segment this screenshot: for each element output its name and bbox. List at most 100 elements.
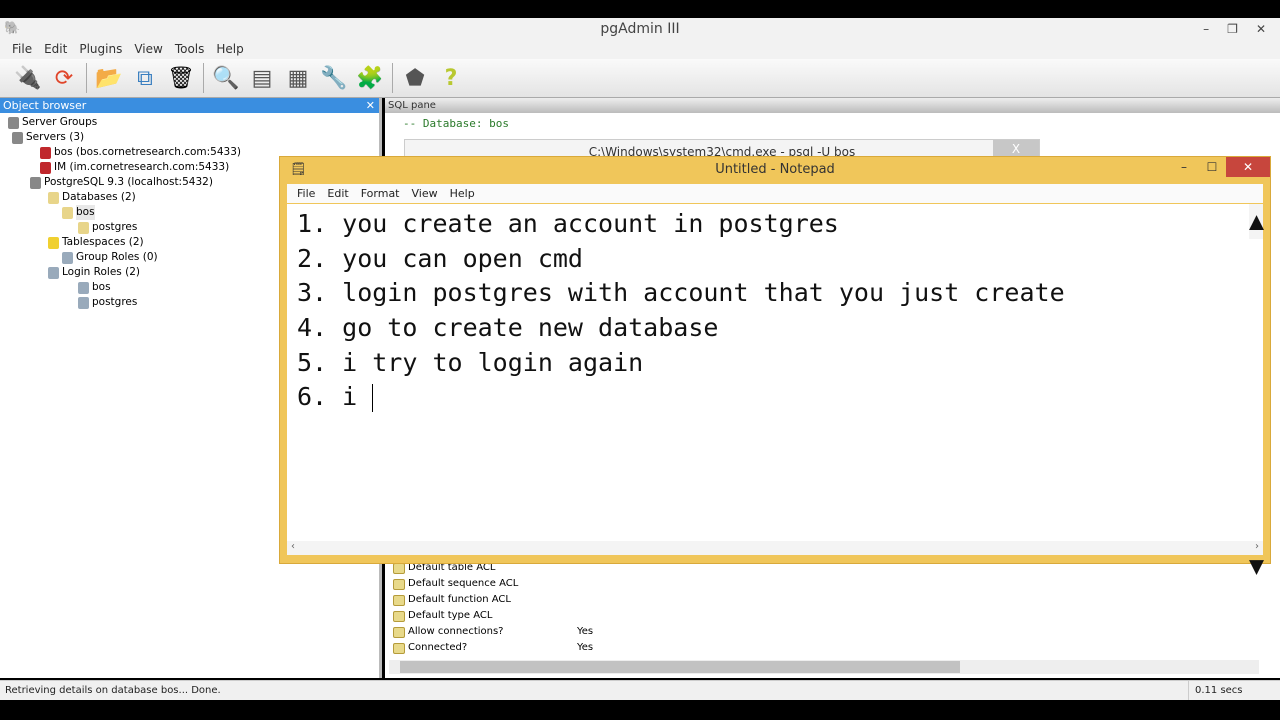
tree-item-label: IM (im.cornetresearch.com:5433) <box>54 161 230 173</box>
tree-item[interactable]: Servers (3) <box>12 130 84 145</box>
property-row[interactable]: Allow connections? <box>393 624 504 640</box>
menu-view[interactable]: View <box>128 40 168 59</box>
filtered-data-icon[interactable]: ▦ <box>284 64 312 92</box>
tree-item-label: bos <box>92 281 111 293</box>
text-line: 6. i <box>297 382 373 412</box>
notepad-menu-format[interactable]: Format <box>355 184 406 203</box>
status-time: 0.11 secs <box>1188 681 1280 700</box>
text-caret <box>372 384 374 413</box>
text-line: 2. you can open cmd <box>297 243 583 273</box>
tree-item[interactable]: bos (bos.cornetresearch.com:5433) <box>40 145 241 160</box>
menu-file[interactable]: File <box>6 40 38 59</box>
tree-item[interactable]: Login Roles (2) <box>48 265 140 280</box>
notepad-text-area[interactable]: 1. you create an account in postgres 2. … <box>287 204 1264 580</box>
property-icon <box>393 610 405 622</box>
guru-hint-icon[interactable]: ⬟ <box>401 64 429 92</box>
property-name: Default type ACL <box>408 610 493 621</box>
tree-item-label: Login Roles (2) <box>62 266 140 278</box>
tree-node-icon <box>48 236 59 249</box>
notepad-title-bar[interactable]: 🗒 Untitled - Notepad – ☐ ✕ <box>280 157 1270 183</box>
tree-node-icon <box>78 221 89 234</box>
vertical-scrollbar[interactable]: ▲▼ <box>1249 204 1264 580</box>
menu-help[interactable]: Help <box>210 40 249 59</box>
notepad-minimize-button[interactable]: – <box>1170 157 1198 177</box>
tree-node-icon <box>12 131 23 144</box>
sql-pane-header: SQL pane <box>385 98 1280 113</box>
status-message: Retrieving details on database bos... Do… <box>5 685 221 696</box>
refresh-icon[interactable]: ⟳ <box>50 64 78 92</box>
tree-item[interactable]: postgres <box>78 295 137 310</box>
tree-item[interactable]: Server Groups <box>8 115 97 130</box>
tree-node-icon <box>40 146 51 159</box>
notepad-horizontal-scrollbar[interactable]: ‹ › <box>287 541 1263 555</box>
property-row[interactable]: Default type ACL <box>393 608 492 624</box>
property-row[interactable]: Connected? <box>393 640 467 656</box>
toolbar-separator <box>203 63 204 93</box>
plugins-icon[interactable]: 🧩 <box>356 64 384 92</box>
tree-item[interactable]: PostgreSQL 9.3 (localhost:5432) <box>30 175 213 190</box>
property-icon <box>393 562 405 574</box>
tree-item-label: Servers (3) <box>26 131 85 143</box>
property-name: Allow connections? <box>408 626 504 637</box>
tree-node-icon <box>40 161 51 174</box>
menu-edit[interactable]: Edit <box>38 40 73 59</box>
toolbar: 🔌 ⟳ 📂 ⧉ 🗑 🔍 ▤ ▦ 🔧 🧩 ⬟ ? <box>0 59 1280 98</box>
tree-item[interactable]: Tablespaces (2) <box>48 235 144 250</box>
tree-node-icon <box>62 251 73 264</box>
scroll-left-icon[interactable]: ‹ <box>291 541 295 555</box>
app-title-bar: 🐘 pgAdmin III – ❐ ✕ <box>0 18 1280 40</box>
property-icon <box>393 626 405 638</box>
scrollbar-thumb[interactable] <box>400 661 960 673</box>
object-browser-title: Object browser <box>3 99 87 112</box>
close-button[interactable]: ✕ <box>1256 18 1266 40</box>
notepad-menu-help[interactable]: Help <box>444 184 481 203</box>
tree-item[interactable]: IM (im.cornetresearch.com:5433) <box>40 160 229 175</box>
connect-icon[interactable]: 🔌 <box>14 64 42 92</box>
view-data-icon[interactable]: ▤ <box>248 64 276 92</box>
maintenance-icon[interactable]: 🔧 <box>320 64 348 92</box>
property-icon <box>393 642 405 654</box>
tree-item-label: bos <box>76 205 95 220</box>
tree-item-label: bos (bos.cornetresearch.com:5433) <box>54 146 241 158</box>
create-icon[interactable]: ⧉ <box>131 64 159 92</box>
tree-item[interactable]: Databases (2) <box>48 190 136 205</box>
menu-tools[interactable]: Tools <box>169 40 211 59</box>
property-value: Yes <box>577 626 594 637</box>
notepad-icon: 🗒 <box>290 162 307 177</box>
notepad-menu-file[interactable]: File <box>291 184 321 203</box>
tree-item[interactable]: bos <box>62 205 95 220</box>
tree-item-label: postgres <box>92 221 138 233</box>
scroll-right-icon[interactable]: › <box>1255 541 1259 555</box>
property-row[interactable]: Default function ACL <box>393 592 511 608</box>
status-bar: Retrieving details on database bos... Do… <box>0 680 1280 700</box>
tree-node-icon <box>48 266 59 279</box>
notepad-maximize-button[interactable]: ☐ <box>1198 157 1226 177</box>
app-title: pgAdmin III <box>600 21 680 37</box>
notepad-menu-view[interactable]: View <box>406 184 444 203</box>
notepad-close-button[interactable]: ✕ <box>1226 157 1270 177</box>
property-row[interactable]: Default sequence ACL <box>393 576 518 592</box>
tree-item[interactable]: Group Roles (0) <box>62 250 158 265</box>
menu-plugins[interactable]: Plugins <box>73 40 128 59</box>
sql-query-icon[interactable]: 🔍 <box>212 64 240 92</box>
toolbar-separator <box>392 63 393 93</box>
property-name: Default sequence ACL <box>408 578 519 589</box>
sql-text[interactable]: -- Database: bos <box>385 113 1280 134</box>
notepad-menu-edit[interactable]: Edit <box>321 184 354 203</box>
tree-item-label: Databases (2) <box>62 191 136 203</box>
help-icon[interactable]: ? <box>437 64 465 92</box>
notepad-window: 🗒 Untitled - Notepad – ☐ ✕ File Edit For… <box>279 156 1271 580</box>
restore-button[interactable]: ❐ <box>1227 18 1238 40</box>
close-icon[interactable]: ✕ <box>366 98 375 113</box>
minimize-button[interactable]: – <box>1203 18 1209 40</box>
text-line: 1. you create an account in postgres <box>297 209 839 238</box>
properties-icon[interactable]: 📂 <box>95 64 123 92</box>
delete-icon[interactable]: 🗑 <box>167 64 195 92</box>
tree-item[interactable]: bos <box>78 280 111 295</box>
pgadmin-elephant-icon: 🐘 <box>4 21 21 36</box>
menu-bar: File Edit Plugins View Tools Help <box>0 40 1280 59</box>
tree-item-label: Group Roles (0) <box>76 251 158 263</box>
text-line: 4. go to create new database <box>297 313 719 343</box>
tree-item[interactable]: postgres <box>78 220 137 235</box>
text-line-current: 6. i <box>297 380 1263 415</box>
